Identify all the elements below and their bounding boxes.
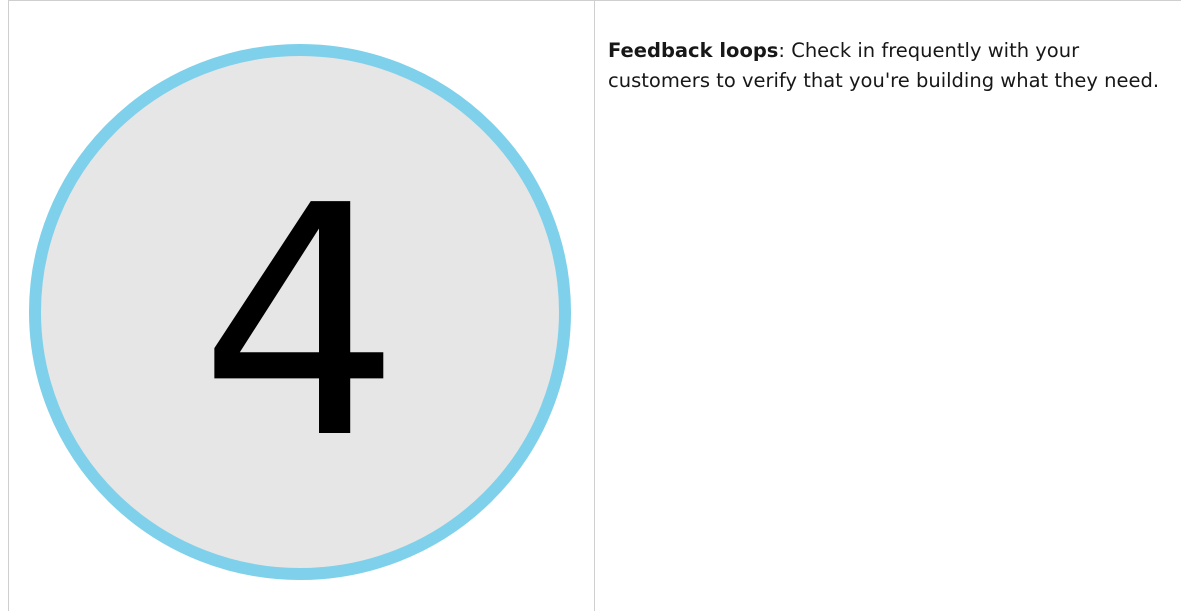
term-separator: : (778, 39, 785, 62)
step-description: Feedback loops: Check in frequently with… (608, 36, 1176, 96)
table-column-divider (594, 0, 595, 611)
step-number: 4 (199, 138, 401, 508)
step-number-cell: 4 (9, 1, 594, 611)
step-term: Feedback loops (608, 39, 779, 62)
step-number-badge: 4 (29, 44, 571, 580)
content-table: 4 Feedback loops: Check in frequently wi… (0, 0, 1181, 611)
